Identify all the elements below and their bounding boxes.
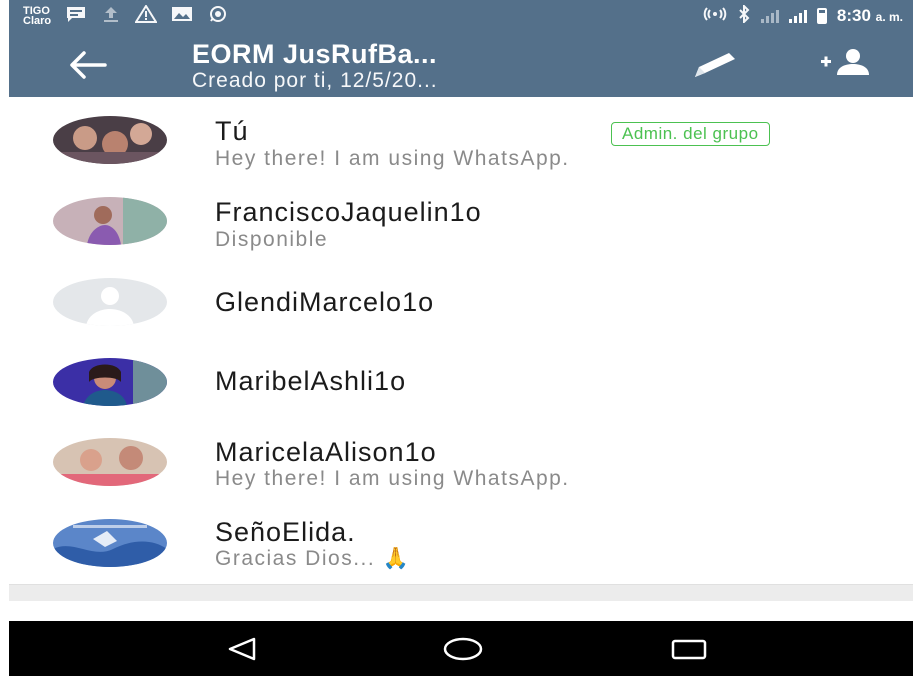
avatar[interactable] [53, 278, 167, 326]
status-bar-left: TIGO Claro [23, 4, 229, 27]
participant-row[interactable]: MaribelAshli1o [9, 353, 913, 433]
group-title[interactable]: EORM JusRufBa... [192, 39, 437, 70]
upload-icon [101, 5, 121, 26]
participant-name: FranciscoJaquelin1o [215, 197, 482, 227]
participant-row[interactable]: SeñoElida. Gracias Dios... 🙏 [9, 507, 913, 587]
triangle-back-icon [228, 637, 256, 661]
group-subtitle: Creado por ti, 12/5/20... [192, 69, 438, 92]
hotspot-icon [703, 5, 727, 26]
carrier-bottom: Claro [23, 14, 52, 27]
participant-name: GlendiMarcelo1o [215, 287, 435, 317]
battery-icon [816, 7, 827, 24]
back-button[interactable] [65, 47, 111, 83]
status-bar-right: 8:30 a. m. [703, 3, 903, 26]
clock: 8:30 a. m. [837, 6, 903, 26]
clock-time: 8:30 [836, 5, 871, 25]
pencil-icon [695, 53, 735, 77]
carrier-label: TIGO Claro [23, 4, 52, 27]
avatar[interactable] [53, 116, 167, 164]
participant-status: Hey there! I am using WhatsApp. [215, 467, 570, 490]
participant-row[interactable]: FranciscoJaquelin1o Disponible [9, 189, 913, 269]
arrow-left-icon [70, 51, 107, 79]
message-icon [65, 5, 87, 26]
admin-badge: Admin. del grupo [611, 122, 770, 146]
group-info-header: EORM JusRufBa... Creado por ti, 12/5/20.… [9, 31, 913, 97]
participant-row[interactable]: MaricelaAlison1o Hey there! I am using W… [9, 430, 913, 510]
bluetooth-icon [737, 3, 751, 26]
circle-home-icon [443, 637, 483, 661]
avatar[interactable] [53, 197, 167, 245]
participant-row[interactable]: GlendiMarcelo1o [9, 271, 913, 351]
clock-ampm: a. m. [875, 9, 903, 24]
status-bar: TIGO Claro 8:30 a. m. [9, 0, 913, 31]
participant-name: SeñoElida. [215, 517, 356, 547]
list-footer-divider [9, 584, 913, 601]
participant-status: Gracias Dios... 🙏 [215, 547, 411, 570]
nav-recents-button[interactable] [659, 631, 719, 667]
avatar[interactable] [53, 358, 167, 406]
avatar[interactable] [53, 519, 167, 567]
participant-name: MaribelAshli1o [215, 366, 407, 396]
participant-status: Hey there! I am using WhatsApp. [215, 147, 570, 170]
warning-icon [134, 4, 158, 26]
add-participant-button[interactable] [815, 45, 879, 81]
square-recents-icon [671, 639, 707, 660]
add-person-icon [821, 49, 869, 75]
participant-name: Tú [215, 116, 249, 146]
carrier-top: TIGO [23, 4, 50, 17]
participant-name: MaricelaAlison1o [215, 437, 437, 467]
nav-back-button[interactable] [212, 631, 272, 667]
edit-group-button[interactable] [685, 49, 743, 81]
nav-home-button[interactable] [433, 631, 493, 667]
whatsapp-icon [207, 5, 229, 26]
signal-icon [760, 9, 779, 23]
signal-icon-2 [788, 9, 807, 23]
image-icon [171, 5, 193, 26]
participant-row[interactable]: Tú Hey there! I am using WhatsApp. Admin… [9, 102, 913, 182]
system-nav-bar [9, 621, 913, 676]
participant-status: Disponible [215, 228, 329, 251]
avatar[interactable] [53, 438, 167, 486]
